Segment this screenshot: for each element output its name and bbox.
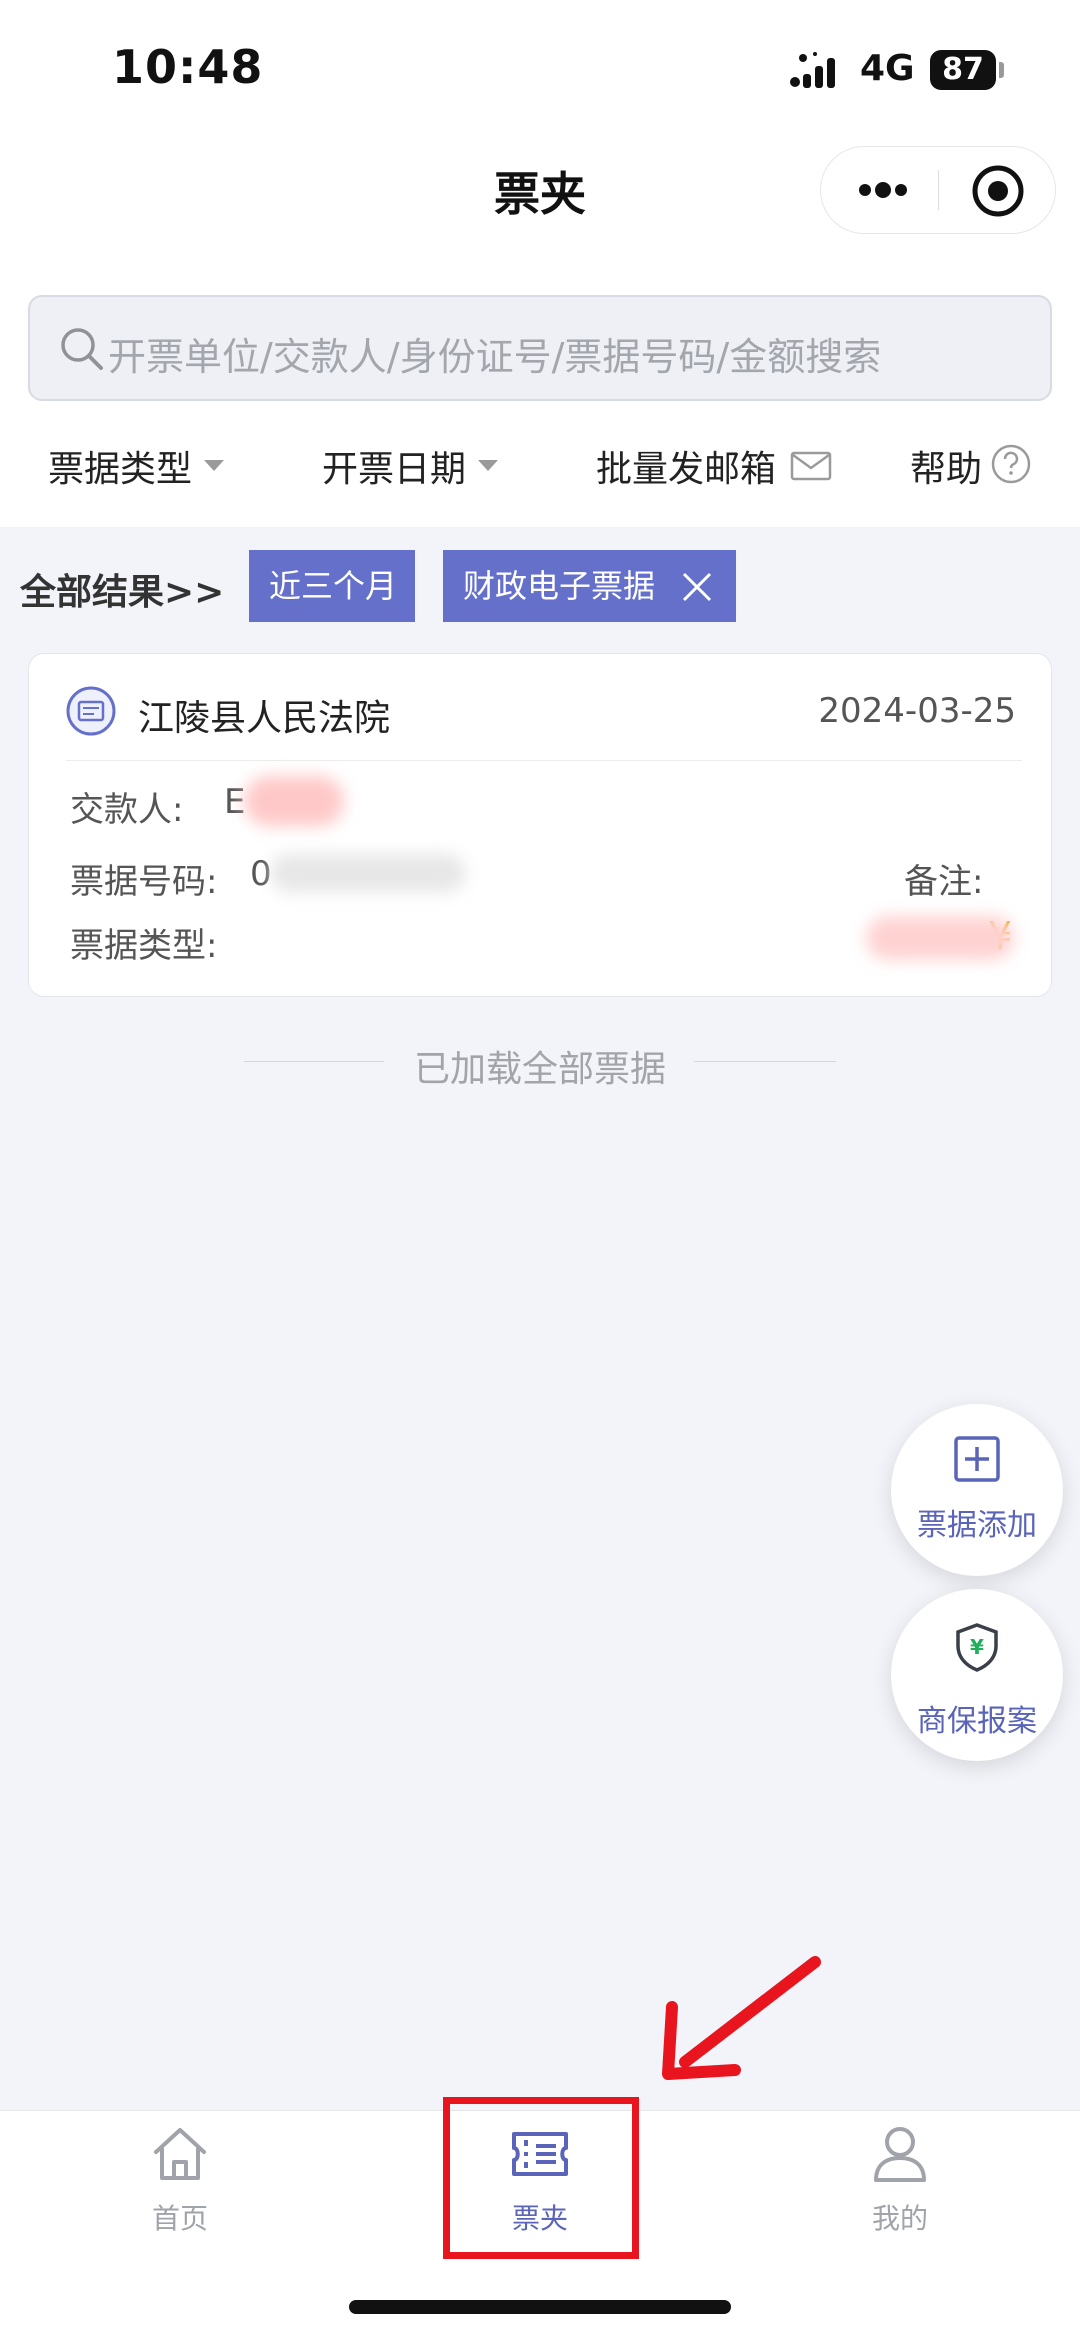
- chip-last-three-months[interactable]: 近三个月: [249, 550, 415, 622]
- redacted-ticket-number: [270, 854, 466, 892]
- filter-issue-date[interactable]: 开票日期: [322, 440, 466, 492]
- ticket-icon: [66, 686, 116, 736]
- network-type: 4G: [860, 48, 915, 89]
- chip-label: 财政电子票据: [463, 567, 656, 605]
- payer-value: E: [224, 782, 246, 822]
- chevron-down-icon: [204, 460, 224, 471]
- annotation-highlight-box: [443, 2097, 639, 2259]
- battery-cap-icon: [999, 62, 1004, 78]
- insurance-report-label: 商保报案: [917, 1704, 1037, 1739]
- payer-label: 交款人:: [70, 790, 184, 830]
- filter-ticket-type[interactable]: 票据类型: [48, 440, 192, 492]
- home-indicator: [349, 2300, 731, 2314]
- issue-date: 2024-03-25: [818, 691, 1016, 731]
- close-program-icon[interactable]: [970, 163, 1026, 219]
- batch-email-button[interactable]: 批量发邮箱: [596, 440, 776, 492]
- mail-icon: [790, 451, 832, 481]
- annotation-arrow-icon: [662, 1956, 821, 2080]
- redacted-amount: [866, 916, 1014, 960]
- ticket-number-value: 0: [250, 854, 272, 894]
- chevron-down-icon: [478, 460, 498, 471]
- ticket-number-label: 票据号码:: [70, 862, 218, 902]
- add-ticket-button[interactable]: [891, 1404, 1063, 1576]
- user-icon[interactable]: [868, 2122, 932, 2186]
- status-time: 10:48: [112, 40, 264, 94]
- search-icon: [61, 328, 103, 370]
- tab-mine[interactable]: 我的: [820, 2197, 980, 2237]
- note-label: 备注:: [904, 862, 984, 902]
- signal-icon: [790, 52, 835, 88]
- yuan-symbol: ¥: [970, 1635, 984, 1659]
- ticket-type-label: 票据类型:: [70, 926, 218, 966]
- redacted-payer: [244, 776, 344, 826]
- capsule-divider: [938, 170, 939, 210]
- plus-square-icon: [954, 1436, 1000, 1482]
- shield-yuan-icon: ¥: [956, 1623, 998, 1672]
- more-icon[interactable]: [855, 172, 911, 208]
- help-button[interactable]: 帮助: [910, 440, 982, 492]
- all-loaded-text: 已加载全部票据: [413, 1049, 666, 1090]
- battery-level: 87: [930, 50, 996, 90]
- issuer-name: 江陵县人民法院: [138, 698, 391, 739]
- tab-home[interactable]: 首页: [100, 2197, 260, 2237]
- search-placeholder: 开票单位/交款人/身份证号/票据号码/金额搜索: [108, 335, 882, 379]
- close-icon[interactable]: [680, 570, 714, 604]
- home-icon[interactable]: [148, 2122, 212, 2186]
- all-results-label: 全部结果>>: [20, 572, 225, 613]
- card-divider: [66, 760, 1022, 761]
- add-ticket-label: 票据添加: [917, 1508, 1037, 1543]
- help-icon[interactable]: [990, 443, 1032, 485]
